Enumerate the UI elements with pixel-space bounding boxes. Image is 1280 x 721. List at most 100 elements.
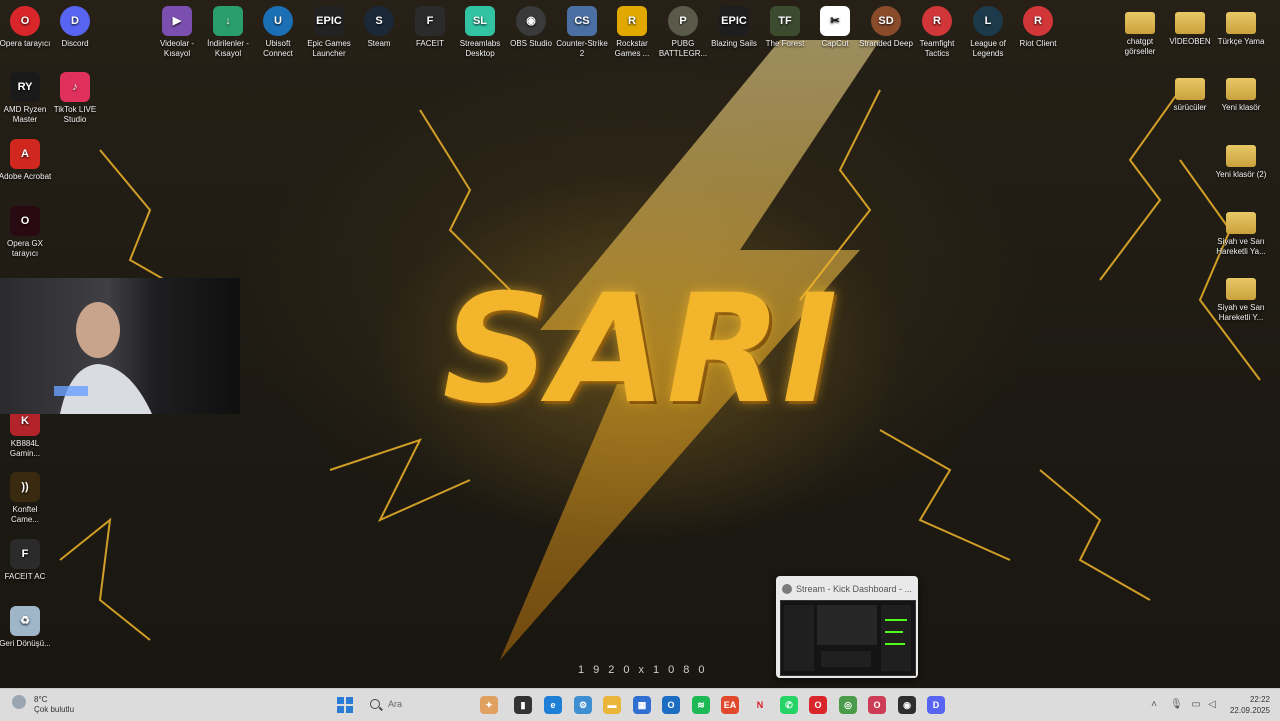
cloud-icon [12, 695, 26, 709]
task-view-icon[interactable]: ▮ [514, 696, 532, 714]
discord-icon: D [60, 6, 90, 36]
epic-games-icon: EPIC [719, 6, 749, 36]
steam-icon: S [364, 6, 394, 36]
volume-icon[interactable]: ◁ [1206, 699, 1218, 711]
chrome-icon[interactable]: ◎ [839, 696, 857, 714]
desktop-icon-label: Videolar - Kısayol [159, 39, 195, 58]
folder-icon [1125, 12, 1155, 34]
system-clock[interactable]: 22:22 22.09.2025 [1230, 694, 1270, 716]
desktop-icon-label: Riot Client [1019, 39, 1057, 48]
desktop-icon[interactable]: ▶ Videolar - Kısayol [148, 0, 206, 59]
tiktok-icon: ♪ [60, 72, 90, 102]
desktop-icon-label: Teamfight Tactics [919, 39, 955, 58]
desktop-icon[interactable]: D Discord [46, 0, 104, 49]
faceit-ac-icon: F [10, 539, 40, 569]
desktop-icon-label: Siyah ve Sarı Hareketli Y... [1217, 303, 1265, 322]
search-icon [370, 699, 380, 709]
widget-app-icon[interactable]: ✦ [480, 696, 498, 714]
desktop-icon[interactable]: SD Stranded Deep [857, 0, 915, 49]
league-icon: L [973, 6, 1003, 36]
desktop-icon[interactable]: ♪ TikTok LIVE Studio [46, 66, 104, 125]
weather-description: Çok bulutlu [34, 705, 75, 714]
acrobat-icon: A [10, 139, 40, 169]
discord-icon[interactable]: D [927, 696, 945, 714]
desktop-icon-label: Ubisoft Connect [263, 39, 293, 58]
desktop-icon[interactable]: Yeni klasör [1212, 66, 1270, 113]
desktop-icon[interactable]: U Ubisoft Connect [249, 0, 307, 59]
desktop-icon[interactable]: Siyah ve Sarı Hareketli Ya... [1212, 200, 1270, 257]
microphone-icon[interactable]: 🎙 [1170, 699, 1183, 711]
desktop-icon-label: Türkçe Yama [1217, 37, 1265, 46]
desktop-icon[interactable]: ✂ CapCut [806, 0, 864, 49]
desktop-icon-label: Steam [367, 39, 391, 48]
folder-icon [1175, 12, 1205, 34]
konftel-icon: )) [10, 472, 40, 502]
video-file-icon [1226, 278, 1256, 300]
desktop-icon-label: CapCut [821, 39, 849, 48]
desktop-icon[interactable]: sürücüler [1161, 66, 1219, 113]
spotify-icon[interactable]: ≋ [692, 696, 710, 714]
desktop-icon[interactable]: Yeni klasör (2) [1212, 133, 1270, 180]
start-button[interactable] [337, 697, 353, 713]
obs-icon: ◉ [516, 6, 546, 36]
video-file-icon [1226, 212, 1256, 234]
desktop-icon[interactable]: EPIC Blazing Sails [705, 0, 763, 49]
desktop-icon-label: FACEIT AC [4, 572, 46, 581]
ea-app-icon[interactable]: EA [721, 696, 739, 714]
obs-icon[interactable]: ◉ [898, 696, 916, 714]
weather-temperature: 8°C [34, 695, 48, 704]
webcam-overlay [0, 278, 240, 414]
desktop-icon[interactable]: P PUBG BATTLEGR... [654, 0, 712, 59]
stranded-deep-icon: SD [871, 6, 901, 36]
desktop-icon[interactable]: ◉ OBS Studio [502, 0, 560, 49]
kick-favicon-icon [782, 584, 792, 594]
clock-date: 22.09.2025 [1229, 706, 1270, 715]
settings-app-icon[interactable]: ⚙ [574, 696, 592, 714]
desktop-icon-label: Yeni klasör (2) [1215, 170, 1267, 179]
desktop-icon[interactable]: ♻ Geri Dönüşü... [0, 600, 54, 649]
desktop-icon-label: Adobe Acrobat [0, 172, 52, 181]
show-hidden-icons-chevron-icon[interactable]: ˄ [1148, 699, 1160, 711]
desktop-icon[interactable]: VİDEOBEN [1161, 0, 1219, 47]
desktop-icon[interactable]: Türkçe Yama [1212, 0, 1270, 47]
opera-icon[interactable]: O [809, 696, 827, 714]
desktop-icon-label: VİDEOBEN [1169, 37, 1211, 46]
desktop-icon[interactable]: A Adobe Acrobat [0, 133, 54, 182]
folder-icon [1226, 78, 1256, 100]
netflix-icon[interactable]: N [751, 696, 769, 714]
desktop-icon-label: Opera GX tarayıcı [6, 239, 43, 258]
desktop-icon[interactable]: S Steam [350, 0, 408, 49]
window-preview-title: Stream - Kick Dashboard - ... [796, 584, 912, 594]
outlook-icon[interactable]: O [662, 696, 680, 714]
faceit-icon: F [415, 6, 445, 36]
taskbar-search[interactable]: Ara [366, 696, 476, 714]
desktop-icon-label: Discord [61, 39, 89, 48]
edge-icon[interactable]: e [544, 696, 562, 714]
desktop-icon-label: Yeni klasör [1221, 103, 1261, 112]
whatsapp-icon[interactable]: ✆ [780, 696, 798, 714]
desktop-icon-label: Stranded Deep [859, 39, 913, 48]
desktop-icon[interactable]: O Opera GX tarayıcı [0, 200, 54, 259]
desktop-icon[interactable]: )) Konftel Came... [0, 466, 54, 525]
counter-strike-icon: CS [567, 6, 597, 36]
windows-logo-icon [337, 697, 344, 704]
desktop-icon[interactable]: R Riot Client [1009, 0, 1067, 49]
desktop-icon-label: PUBG BATTLEGR... [658, 39, 708, 58]
epic-games-icon: EPIC [314, 6, 344, 36]
streamlabs-icon: SL [465, 6, 495, 36]
taskbar-window-preview[interactable]: Stream - Kick Dashboard - ... [776, 576, 918, 678]
window-preview-thumbnail [780, 600, 916, 676]
file-explorer-icon[interactable]: ▬ [603, 696, 621, 714]
desktop-icon[interactable]: R Rockstar Games ... [603, 0, 661, 59]
desktop-icon[interactable]: SL Streamlabs Desktop [451, 0, 509, 59]
desktop-icon[interactable]: R Teamfight Tactics [908, 0, 966, 59]
opera-gx-icon[interactable]: O [868, 696, 886, 714]
microsoft-store-icon[interactable]: ▦ [633, 696, 651, 714]
riot-icon: R [1023, 6, 1053, 36]
desktop-icon[interactable]: Siyah ve Sarı Hareketli Y... [1212, 266, 1270, 323]
network-icon[interactable]: ▭ [1190, 699, 1202, 711]
recycle-bin-icon: ♻ [10, 606, 40, 636]
taskbar: 8°C Çok bulutlu Ara ✦ ▮ e ⚙ ▬ ▦ O ≋ EA N ✆ O ◎ O ◉ D ˄ 🎙… [0, 688, 1280, 721]
desktop-icon[interactable]: F FACEIT AC [0, 533, 54, 582]
desktop-icon-label: Rockstar Games ... [614, 39, 650, 58]
